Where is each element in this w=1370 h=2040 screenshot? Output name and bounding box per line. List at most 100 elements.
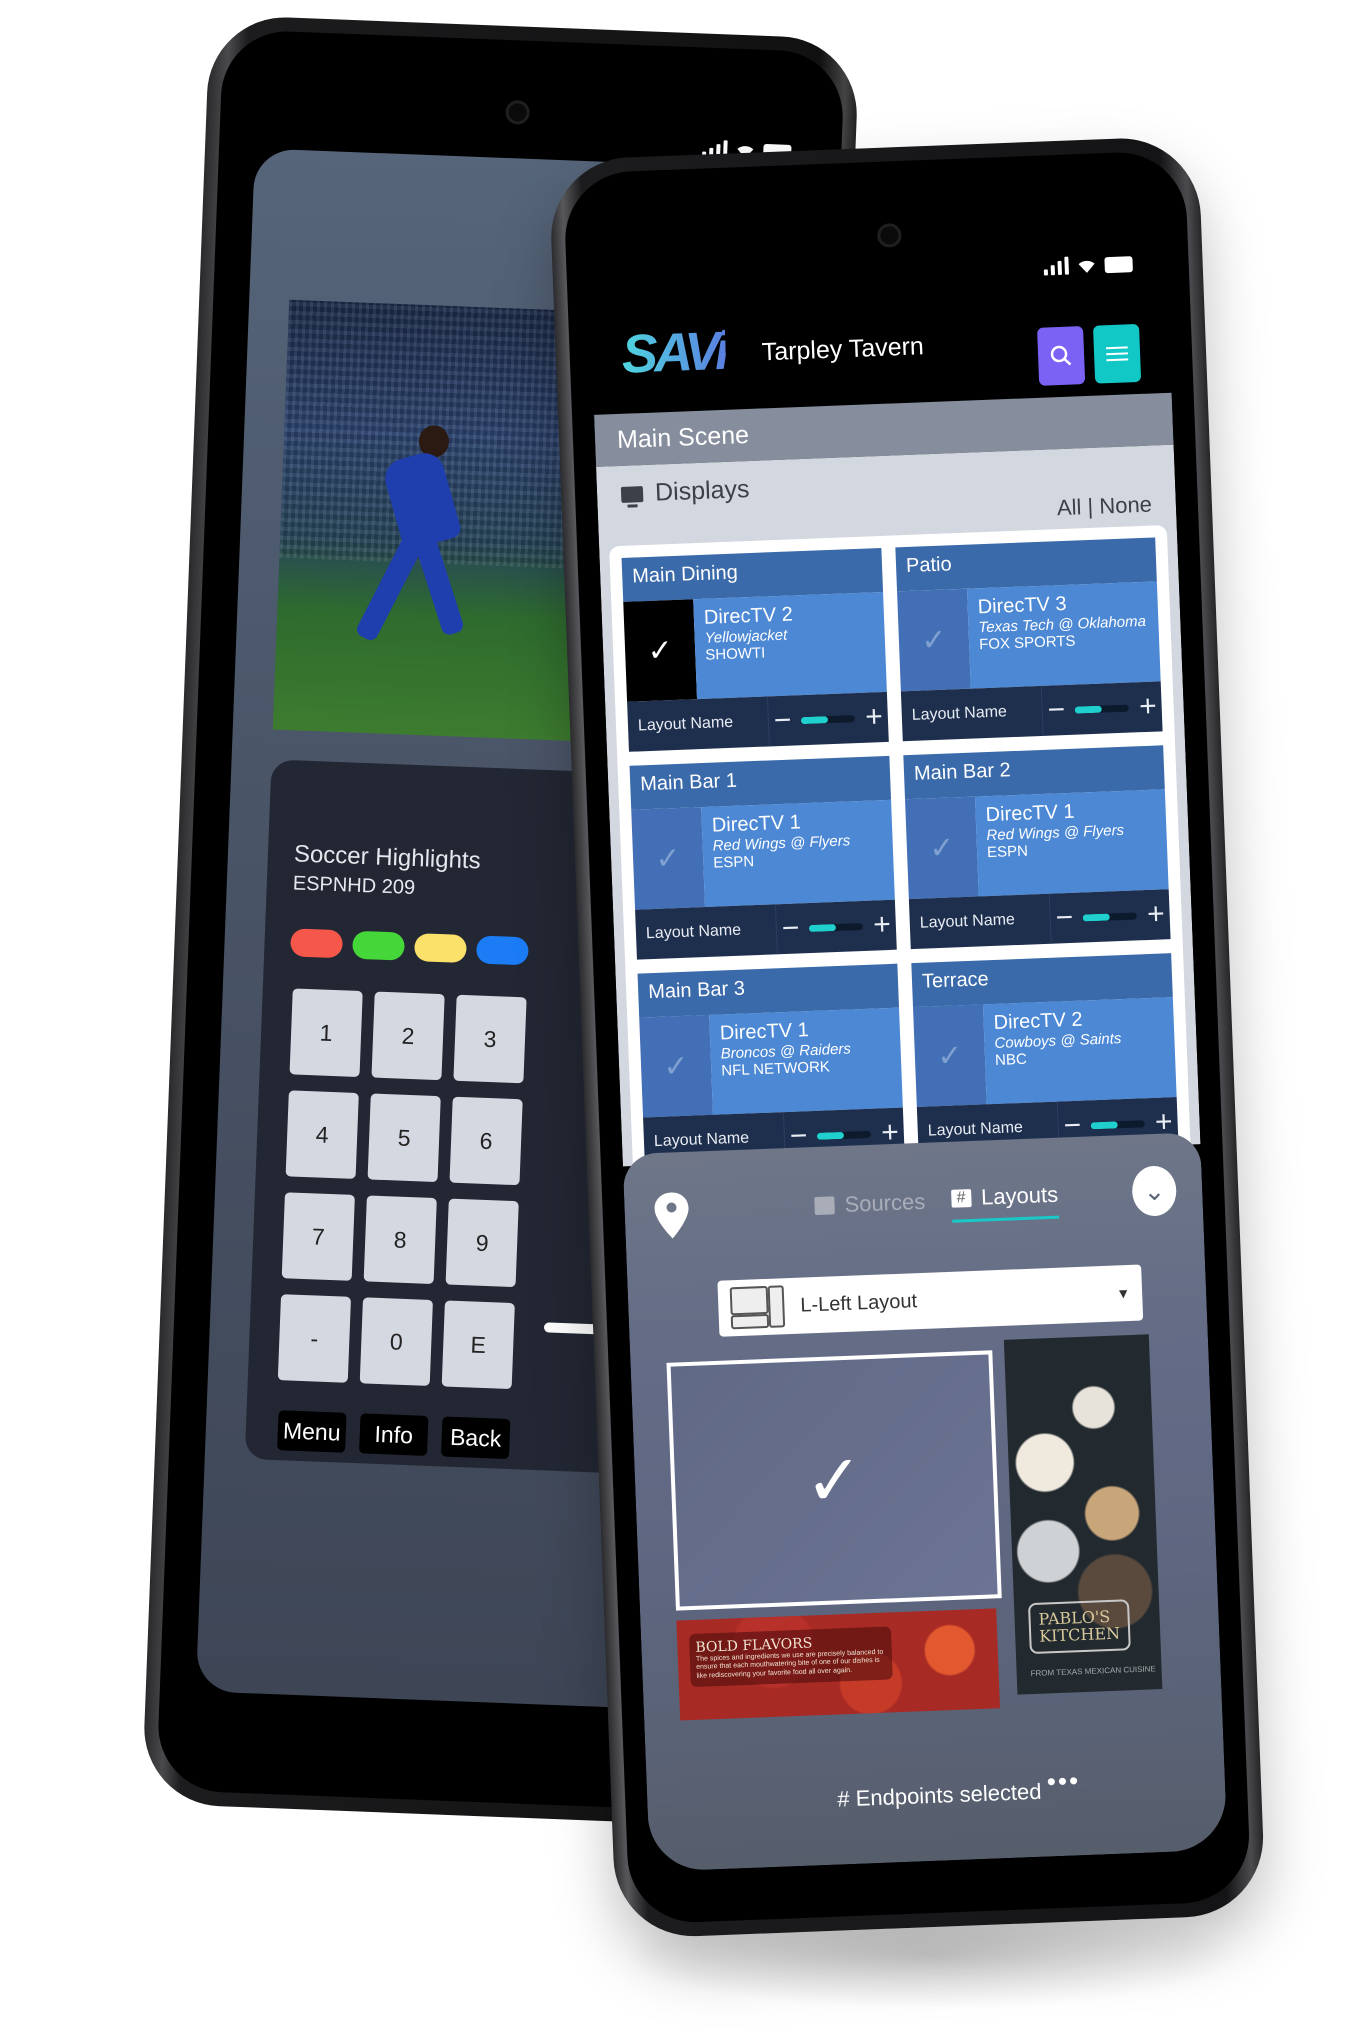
checkmark-icon: ✓	[646, 633, 674, 668]
source-info[interactable]: DirecTV 1 Red Wings @ Flyers ESPN	[701, 799, 895, 908]
status-bar	[1043, 254, 1133, 276]
layout-zone-main[interactable]: ✓	[666, 1350, 1002, 1611]
tab-sources[interactable]: Sources	[814, 1187, 926, 1228]
volume-down-button[interactable]: −	[773, 704, 792, 739]
keypad-key[interactable]: 7	[281, 1192, 355, 1281]
select-checkbox[interactable]: ✓	[631, 807, 706, 910]
source-info[interactable]: DirecTV 3 Texas Tech @ Oklahoma FOX SPORTS	[966, 581, 1161, 689]
keypad-key[interactable]: 3	[453, 994, 527, 1084]
display-card[interactable]: Main Bar 3 ✓ DirecTV 1 Broncos @ Raiders NFL…	[637, 963, 905, 1168]
display-card[interactable]: Main Dining ✓ DirecTV 2 Yellowjacket SHOWTI L…	[621, 547, 889, 752]
keypad-key[interactable]: 8	[363, 1195, 437, 1285]
volume-slider[interactable]	[801, 714, 856, 724]
wifi-icon	[1078, 260, 1095, 273]
volume-slider[interactable]	[809, 922, 864, 932]
drawer-tabs: Sources # Layouts	[814, 1181, 1060, 1228]
layout-name[interactable]: Layout Name	[900, 685, 1044, 742]
layout-name[interactable]: Layout Name	[908, 893, 1052, 950]
source-info[interactable]: DirecTV 1 Red Wings @ Flyers ESPN	[974, 789, 1169, 897]
keypad-key[interactable]: 1	[289, 988, 363, 1078]
card-footer: Layout Name − +	[635, 899, 897, 960]
select-checkbox[interactable]: ✓	[639, 1014, 713, 1118]
layout-zone-side[interactable]: PABLO'S KITCHEN FROM TEXAS MEXICAN CUISI…	[1003, 1334, 1163, 1695]
tv-icon	[620, 485, 644, 503]
collapse-drawer-button[interactable]: ⌄	[1131, 1165, 1178, 1217]
volume-down-button[interactable]: −	[1055, 901, 1074, 936]
volume-down-button[interactable]: −	[781, 911, 800, 946]
source-info[interactable]: DirecTV 1 Broncos @ Raiders NFL NETWORK	[709, 1007, 903, 1115]
brand-line-2: KITCHEN	[1038, 1624, 1121, 1647]
display-card[interactable]: Terrace ✓ DirecTV 2 Cowboys @ Saints NBC Layo…	[911, 953, 1179, 1157]
color-button-red[interactable]	[290, 928, 344, 959]
brand-subtitle: FROM TEXAS MEXICAN CUISINE	[1030, 1664, 1156, 1679]
search-icon	[1050, 345, 1072, 366]
grid-icon: #	[950, 1189, 972, 1208]
color-button-yellow[interactable]	[413, 933, 467, 964]
layout-name[interactable]: Layout Name	[627, 696, 770, 752]
keypad-key[interactable]: 4	[285, 1090, 359, 1179]
volume-fill	[1075, 705, 1103, 714]
tab-sources-label: Sources	[844, 1188, 926, 1217]
display-card[interactable]: Main Bar 2 ✓ DirecTV 1 Red Wings @ Flyers ES…	[903, 745, 1171, 950]
card-body: ✓ DirecTV 2 Cowboys @ Saints NBC	[913, 997, 1177, 1108]
display-card[interactable]: Patio ✓ DirecTV 3 Texas Tech @ Oklahoma FOX …	[895, 537, 1163, 742]
card-body: ✓ DirecTV 2 Yellowjacket SHOWTI	[623, 591, 887, 702]
volume-slider[interactable]	[1083, 911, 1138, 921]
keypad-key[interactable]: 6	[449, 1096, 523, 1186]
volume-control: − +	[768, 700, 888, 739]
venue-name: Tarpley Tavern	[761, 332, 925, 367]
volume-up-button[interactable]: +	[865, 700, 884, 735]
keypad-key[interactable]: 5	[367, 1093, 441, 1183]
keypad-key[interactable]: 9	[445, 1198, 519, 1288]
checkmark-icon: ✓	[654, 841, 682, 876]
keypad-key[interactable]: 0	[359, 1297, 433, 1386]
soccer-player	[354, 423, 485, 657]
volume-down-button[interactable]: −	[1047, 693, 1066, 728]
color-button-green[interactable]	[352, 930, 406, 961]
volume-control: − +	[1042, 689, 1162, 728]
card-footer: Layout Name − +	[900, 681, 1163, 742]
volume-slider[interactable]	[817, 1130, 872, 1140]
layout-zone-bottom[interactable]: BOLD FLAVORS The spices and ingredients …	[676, 1608, 1000, 1721]
select-checkbox[interactable]: ✓	[913, 1004, 987, 1108]
checkmark-icon: ✓	[936, 1038, 964, 1073]
display-card[interactable]: Main Bar 1 ✓ DirecTV 1 Red Wings @ Flyers ES…	[629, 755, 897, 960]
tab-layouts-label: Layouts	[980, 1181, 1059, 1210]
layout-dropdown[interactable]: L-Left Layout ▼	[717, 1264, 1144, 1337]
menu-button[interactable]: Menu	[277, 1410, 347, 1453]
select-checkbox[interactable]: ✓	[623, 599, 698, 702]
camera-icon	[505, 99, 531, 125]
tab-layouts[interactable]: # Layouts	[950, 1181, 1060, 1223]
color-button-blue[interactable]	[475, 935, 529, 966]
select-checkbox[interactable]: ✓	[905, 796, 979, 900]
volume-up-button[interactable]: +	[1146, 897, 1165, 932]
volume-up-button[interactable]: +	[1138, 690, 1157, 725]
card-body: ✓ DirecTV 1 Red Wings @ Flyers ESPN	[905, 789, 1169, 900]
keypad-key[interactable]: E	[441, 1300, 515, 1390]
source-info[interactable]: DirecTV 2 Cowboys @ Saints NBC	[982, 997, 1177, 1105]
more-options-icon[interactable]: •••	[1046, 1765, 1080, 1797]
volume-up-button[interactable]: +	[873, 908, 892, 943]
select-all-none[interactable]: All | None	[1056, 492, 1152, 522]
display-cards: Main Dining ✓ DirecTV 2 Yellowjacket SHOWTI L…	[609, 525, 1191, 1168]
checkmark-icon: ✓	[803, 1440, 865, 1521]
select-checkbox[interactable]: ✓	[897, 588, 971, 692]
keypad-key[interactable]: -	[277, 1294, 352, 1383]
hamburger-menu-icon	[1105, 346, 1129, 362]
promo-panel: BOLD FLAVORS The spices and ingredients …	[688, 1626, 893, 1688]
volume-slider[interactable]	[1075, 704, 1130, 714]
layout-name[interactable]: Layout Name	[635, 904, 778, 960]
search-button[interactable]	[1037, 326, 1086, 386]
layouts-drawer: Sources # Layouts ⌄ L-Left Layout ▼ ✓ PA…	[622, 1132, 1228, 1872]
back-button[interactable]: Back	[440, 1416, 511, 1460]
program-title: Soccer Highlights	[293, 840, 482, 875]
card-body: ✓ DirecTV 3 Texas Tech @ Oklahoma FOX SPORT…	[897, 581, 1161, 692]
menu-button[interactable]	[1092, 323, 1142, 384]
volume-fill	[801, 715, 829, 724]
location-pin-icon[interactable]	[654, 1192, 690, 1239]
info-button[interactable]: Info	[359, 1413, 429, 1456]
source-info[interactable]: DirecTV 2 Yellowjacket SHOWTI	[693, 591, 887, 700]
volume-slider[interactable]	[1091, 1119, 1146, 1129]
layout-dropdown-value: L-Left Layout	[799, 1289, 918, 1317]
keypad-key[interactable]: 2	[371, 991, 445, 1081]
